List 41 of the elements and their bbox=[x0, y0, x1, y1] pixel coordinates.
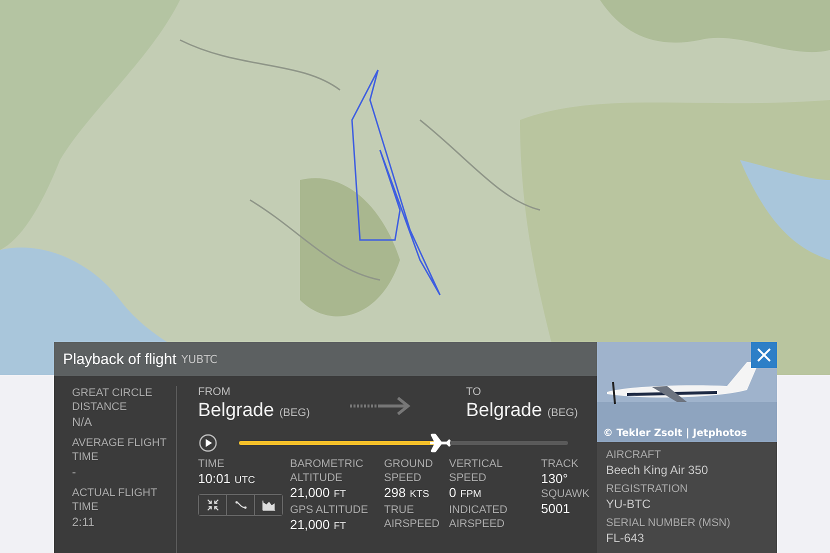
summary-label: AVERAGE FLIGHT TIME bbox=[72, 436, 168, 464]
aircraft-label: AIRCRAFT bbox=[606, 448, 662, 462]
stat-value: 298 KTS bbox=[384, 485, 430, 502]
route-icon bbox=[234, 498, 248, 512]
arrow-icon bbox=[350, 397, 412, 415]
summary-value: 2:11 bbox=[72, 514, 96, 530]
stat-label: INDICATED AIRSPEED bbox=[449, 503, 508, 531]
stat-label: SQUAWK bbox=[541, 487, 590, 501]
plane-icon[interactable] bbox=[428, 431, 452, 455]
summary-label: GREAT CIRCLE DISTANCE bbox=[72, 386, 154, 414]
stat-label: TRUE AIRSPEED bbox=[384, 503, 441, 531]
stat-value: 5001 bbox=[541, 501, 571, 517]
stat-label: GROUND SPEED bbox=[384, 457, 434, 485]
stat-value: 10:01 UTC bbox=[198, 471, 256, 488]
play-button[interactable] bbox=[198, 433, 218, 453]
stat-value: 0 FPM bbox=[449, 485, 482, 502]
photo-credit: © Tekler Zsolt | Jetphotos bbox=[603, 428, 747, 439]
from-label: FROM bbox=[198, 386, 232, 399]
summary-label: ACTUAL FLIGHT TIME bbox=[72, 486, 158, 514]
stat-label: TRACK bbox=[541, 457, 580, 471]
stat-label: BAROMETRIC ALTITUDE bbox=[290, 457, 364, 485]
stat-label: TIME bbox=[198, 457, 226, 471]
summary-value: - bbox=[72, 464, 77, 480]
collapse-icon bbox=[206, 498, 220, 512]
chart-icon bbox=[260, 498, 276, 512]
aircraft-value: YU-BTC bbox=[606, 496, 652, 512]
aircraft-label: SERIAL NUMBER (MSN) bbox=[606, 516, 732, 530]
stat-label: GPS ALTITUDE bbox=[290, 503, 370, 517]
aircraft-value: Beech King Air 350 bbox=[606, 462, 710, 478]
to-airport: Belgrade (BEG) bbox=[466, 399, 578, 423]
playback-slider[interactable] bbox=[239, 431, 568, 455]
aircraft-value: FL-643 bbox=[606, 530, 646, 546]
stat-label: VERTICAL SPEED bbox=[449, 457, 504, 485]
stat-value: 21,000 FT bbox=[290, 517, 347, 534]
to-label: TO bbox=[466, 386, 482, 399]
aircraft-label: REGISTRATION bbox=[606, 482, 689, 496]
summary-value: N/A bbox=[72, 414, 94, 430]
stat-value: 21,000 FT bbox=[290, 485, 347, 502]
from-airport: Belgrade (BEG) bbox=[198, 399, 311, 423]
collapse-view-button[interactable] bbox=[199, 495, 227, 515]
stat-value: 130° bbox=[541, 471, 569, 487]
